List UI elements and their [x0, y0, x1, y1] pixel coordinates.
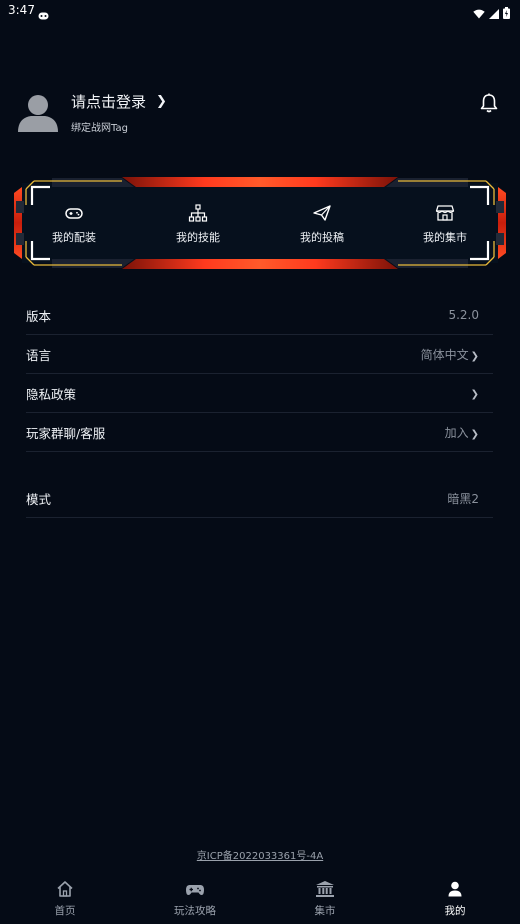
setting-value: ❯: [469, 386, 493, 400]
setting-value: 简体中文 ❯: [421, 346, 493, 363]
quick-action-label: 我的集市: [423, 231, 467, 244]
quick-action-loadouts[interactable]: 我的配装: [34, 203, 114, 245]
quick-action-label: 我的配装: [52, 231, 96, 244]
bottom-nav: 首页 玩法攻略 集市 我的: [0, 872, 520, 924]
avatar[interactable]: [17, 91, 59, 133]
setting-label: 隐私政策: [26, 386, 77, 402]
person-icon: [390, 880, 520, 900]
setting-row-community[interactable]: 玩家群聊/客服 加入 ❯: [26, 413, 493, 452]
market-building-icon: [260, 880, 390, 900]
mode-section: 模式 暗黑2: [26, 479, 493, 518]
setting-label: 玩家群聊/客服: [26, 425, 106, 441]
nav-item-mine[interactable]: 我的: [390, 872, 520, 924]
icp-license-link[interactable]: 京ICP备2022033361号-4A: [0, 847, 520, 862]
game-controller-status-icon: [38, 5, 49, 24]
login-text: 请点击登录: [71, 93, 147, 111]
paper-plane-icon: [282, 203, 362, 223]
chevron-right-icon: ❯: [470, 350, 479, 362]
setting-label: 版本: [26, 308, 52, 324]
nav-item-market[interactable]: 集市: [260, 872, 390, 924]
setting-value: 5.2.0: [448, 308, 493, 322]
battery-icon: [503, 4, 510, 23]
gamepad-icon: [34, 203, 114, 223]
nav-item-guides[interactable]: 玩法攻略: [130, 872, 260, 924]
language-value: 简体中文: [420, 347, 469, 362]
quick-action-market[interactable]: 我的集市: [405, 203, 485, 245]
skill-tree-icon: [158, 203, 238, 223]
status-bar: 3:47: [0, 0, 520, 22]
setting-row-privacy[interactable]: 隐私政策 ❯: [26, 374, 493, 413]
version-value: 5.2.0: [448, 308, 479, 322]
status-time: 3:47: [8, 3, 35, 17]
setting-label: 模式: [26, 491, 52, 507]
nav-label: 首页: [54, 905, 76, 917]
community-value: 加入: [444, 425, 469, 440]
setting-row-version: 版本 5.2.0: [26, 296, 493, 335]
wifi-icon: [473, 4, 485, 23]
bind-battlenet-tag[interactable]: 绑定战网Tag: [71, 119, 128, 134]
setting-value: 加入 ❯: [445, 424, 493, 441]
nav-label: 集市: [314, 905, 336, 917]
nav-label: 我的: [444, 905, 466, 917]
quick-action-label: 我的投稿: [300, 231, 344, 244]
chevron-right-icon: ❯: [156, 94, 167, 109]
quick-action-submissions[interactable]: 我的投稿: [282, 203, 362, 245]
login-link[interactable]: 请点击登录 ❯: [71, 91, 167, 112]
gamepad-icon: [130, 880, 260, 900]
setting-label: 语言: [26, 347, 52, 363]
quick-action-label: 我的技能: [176, 231, 220, 244]
shop-icon: [405, 203, 485, 223]
quick-action-skills[interactable]: 我的技能: [158, 203, 238, 245]
quick-actions: 我的配装 我的技能 我的投稿 我的集市: [12, 175, 508, 271]
nav-label: 玩法攻略: [174, 905, 216, 917]
nav-item-home[interactable]: 首页: [0, 872, 130, 924]
home-icon: [0, 880, 130, 900]
chevron-right-icon: ❯: [470, 428, 479, 440]
bell-icon[interactable]: [478, 92, 500, 114]
setting-row-mode[interactable]: 模式 暗黑2: [26, 479, 493, 518]
settings-list: 版本 5.2.0 语言 简体中文 ❯ 隐私政策 ❯ 玩家群聊/客服 加入 ❯: [26, 296, 493, 452]
chevron-right-icon: ❯: [470, 389, 479, 400]
signal-icon: [489, 4, 499, 23]
mode-value: 暗黑2: [447, 491, 479, 506]
setting-row-language[interactable]: 语言 简体中文 ❯: [26, 335, 493, 374]
